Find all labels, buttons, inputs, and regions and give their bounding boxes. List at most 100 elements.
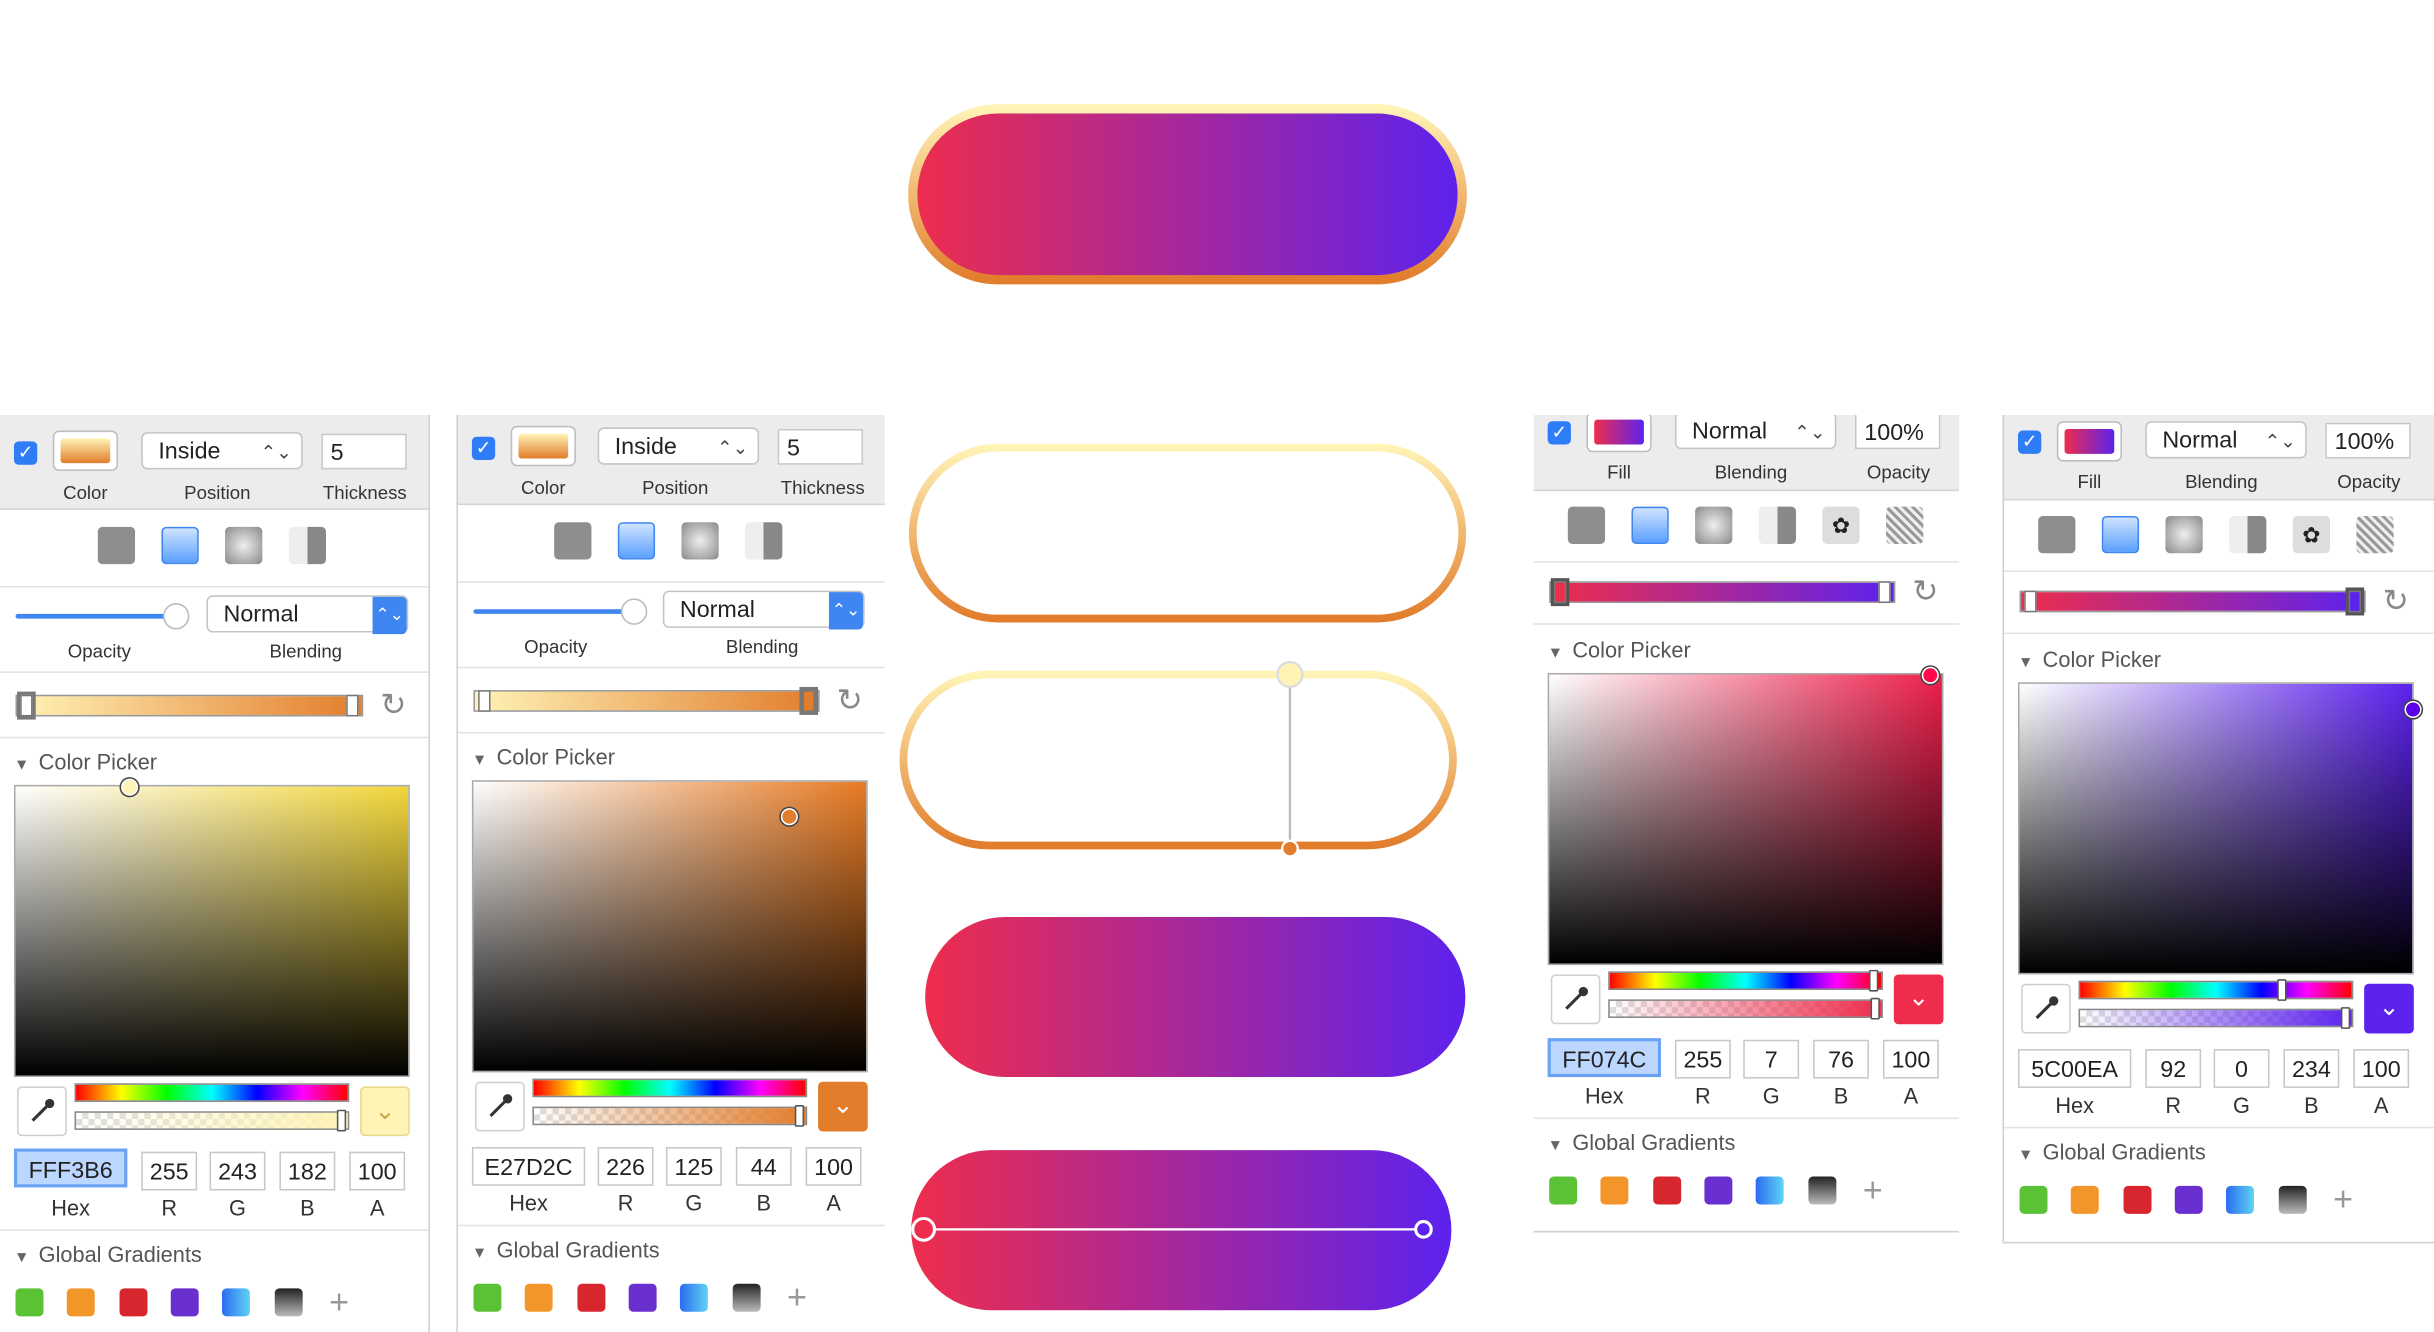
alpha-input[interactable]: 100: [805, 1146, 862, 1186]
fill-type-solid-button[interactable]: [2038, 515, 2076, 554]
eyedropper-icon[interactable]: [2021, 983, 2071, 1034]
fill-type-radial-button[interactable]: [681, 522, 719, 560]
gradient-stop-end[interactable]: [346, 694, 359, 717]
gradient-bar[interactable]: [1549, 578, 1896, 607]
swatch-green[interactable]: [15, 1288, 44, 1317]
red-input[interactable]: 255: [1674, 1039, 1731, 1079]
blue-input[interactable]: 182: [279, 1151, 336, 1191]
color-picker-field[interactable]: [471, 780, 868, 1073]
rotate-icon[interactable]: ↻: [837, 681, 863, 720]
fill-type-solid-button[interactable]: [1567, 506, 1606, 544]
hue-slider[interactable]: [532, 1078, 808, 1098]
border-enabled-checkbox[interactable]: ✓: [471, 436, 496, 461]
fill-type-radial-button[interactable]: [2165, 515, 2203, 554]
fill-enabled-checkbox[interactable]: ✓: [2017, 430, 2042, 454]
swatch-orange[interactable]: [524, 1283, 553, 1312]
alpha-input[interactable]: 100: [1882, 1039, 1939, 1079]
gradient-stop-start[interactable]: [17, 691, 36, 720]
swatch-red[interactable]: [2123, 1185, 2152, 1214]
color-history-dropdown[interactable]: ⌄: [2364, 983, 2414, 1034]
blending-select[interactable]: Normal ⌃⌄: [2145, 421, 2307, 459]
plus-icon[interactable]: +: [787, 1280, 807, 1314]
gradient-bar[interactable]: [15, 691, 364, 720]
fill-enabled-checkbox[interactable]: ✓: [1547, 421, 1571, 445]
plus-icon[interactable]: +: [2333, 1182, 2353, 1216]
global-gradients-header[interactable]: Global Gradients: [14, 1242, 202, 1267]
swatch-green[interactable]: [2019, 1185, 2048, 1214]
border-enabled-checkbox[interactable]: ✓: [13, 441, 38, 465]
fill-type-pattern-button[interactable]: ✿: [1822, 506, 1860, 544]
hue-slider[interactable]: [1608, 969, 1883, 992]
gradient-stop-start[interactable]: [478, 690, 491, 712]
opacity-input[interactable]: 100%: [1854, 414, 1941, 450]
global-gradients-header[interactable]: Global Gradients: [472, 1237, 660, 1262]
red-input[interactable]: 92: [2145, 1049, 2202, 1088]
color-picker-header[interactable]: Color Picker: [1548, 637, 1690, 662]
green-input[interactable]: 0: [2213, 1049, 2270, 1088]
color-picker-handle[interactable]: [2404, 700, 2422, 719]
border-pill-editing[interactable]: [899, 670, 1457, 850]
position-select[interactable]: Inside ⌃⌄: [141, 432, 303, 470]
global-gradients-header[interactable]: Global Gradients: [1548, 1130, 1735, 1155]
eyedropper-icon[interactable]: [17, 1086, 67, 1137]
swatch-purple[interactable]: [628, 1283, 657, 1312]
fill-color-well[interactable]: [2056, 421, 2122, 462]
gradient-stop-end[interactable]: [1878, 581, 1891, 604]
alpha-knob[interactable]: [336, 1109, 347, 1132]
green-input[interactable]: 7: [1743, 1039, 1800, 1079]
color-history-dropdown[interactable]: ⌄: [360, 1086, 410, 1137]
swatch-blue-gradient[interactable]: [2225, 1185, 2254, 1214]
green-input[interactable]: 243: [209, 1151, 266, 1191]
swatch-purple[interactable]: [170, 1288, 199, 1317]
blending-select[interactable]: Normal ⌃⌄: [1674, 414, 1837, 450]
opacity-slider-knob[interactable]: [620, 598, 648, 625]
fill-type-pattern-button[interactable]: ✿: [2292, 515, 2331, 554]
opacity-slider-knob[interactable]: [162, 603, 190, 630]
rotate-icon[interactable]: ↻: [1912, 572, 1938, 611]
alpha-knob[interactable]: [1870, 997, 1880, 1020]
color-picker-handle[interactable]: [780, 808, 798, 826]
red-input[interactable]: 255: [141, 1151, 198, 1191]
hue-knob[interactable]: [2277, 979, 2287, 1001]
gradient-stop-start[interactable]: [1550, 578, 1570, 607]
global-gradients-header[interactable]: Global Gradients: [2018, 1139, 2206, 1164]
blue-input[interactable]: 44: [735, 1146, 792, 1186]
gradient-handle-bottom[interactable]: [1281, 839, 1299, 858]
fill-type-radial-button[interactable]: [225, 526, 263, 565]
swatch-blue-gradient[interactable]: [679, 1283, 708, 1312]
swatch-orange[interactable]: [2070, 1185, 2099, 1214]
gradient-handle-top[interactable]: [1276, 660, 1304, 689]
gradient-stop-end[interactable]: [2345, 587, 2365, 616]
gradient-bar[interactable]: [473, 686, 820, 715]
alpha-input[interactable]: 100: [349, 1151, 406, 1191]
border-pill[interactable]: [908, 443, 1467, 623]
blue-input[interactable]: 76: [1813, 1039, 1869, 1079]
border-color-well[interactable]: [52, 430, 118, 471]
plus-icon[interactable]: +: [1863, 1173, 1883, 1207]
color-picker-handle[interactable]: [1921, 666, 1939, 684]
hue-knob[interactable]: [1868, 969, 1879, 992]
hex-input[interactable]: 5C00EA: [2017, 1049, 2132, 1088]
fill-pill[interactable]: [925, 916, 1466, 1078]
fill-type-angular-button[interactable]: [2229, 515, 2267, 554]
rotate-icon[interactable]: ↻: [380, 685, 406, 724]
alpha-knob[interactable]: [2340, 1007, 2351, 1029]
fill-type-noise-button[interactable]: [2356, 515, 2394, 554]
fill-type-linear-button[interactable]: [617, 522, 656, 560]
swatch-purple[interactable]: [2174, 1185, 2203, 1214]
alpha-slider[interactable]: [74, 1109, 350, 1132]
swatch-black-gradient[interactable]: [1808, 1176, 1837, 1205]
red-input[interactable]: 226: [597, 1146, 654, 1186]
swatch-green[interactable]: [473, 1283, 502, 1312]
swatch-black-gradient[interactable]: [732, 1283, 761, 1312]
color-history-dropdown[interactable]: ⌄: [818, 1081, 868, 1132]
position-select[interactable]: Inside ⌃⌄: [597, 427, 760, 465]
blue-input[interactable]: 234: [2283, 1049, 2340, 1088]
swatch-black-gradient[interactable]: [2278, 1185, 2307, 1214]
fill-type-angular-button[interactable]: [288, 526, 326, 565]
fill-type-angular-button[interactable]: [745, 522, 783, 560]
fill-type-linear-button[interactable]: [1631, 506, 1669, 544]
fill-color-well[interactable]: [1586, 414, 1652, 453]
eyedropper-icon[interactable]: [475, 1081, 525, 1132]
opacity-slider[interactable]: [473, 609, 642, 614]
